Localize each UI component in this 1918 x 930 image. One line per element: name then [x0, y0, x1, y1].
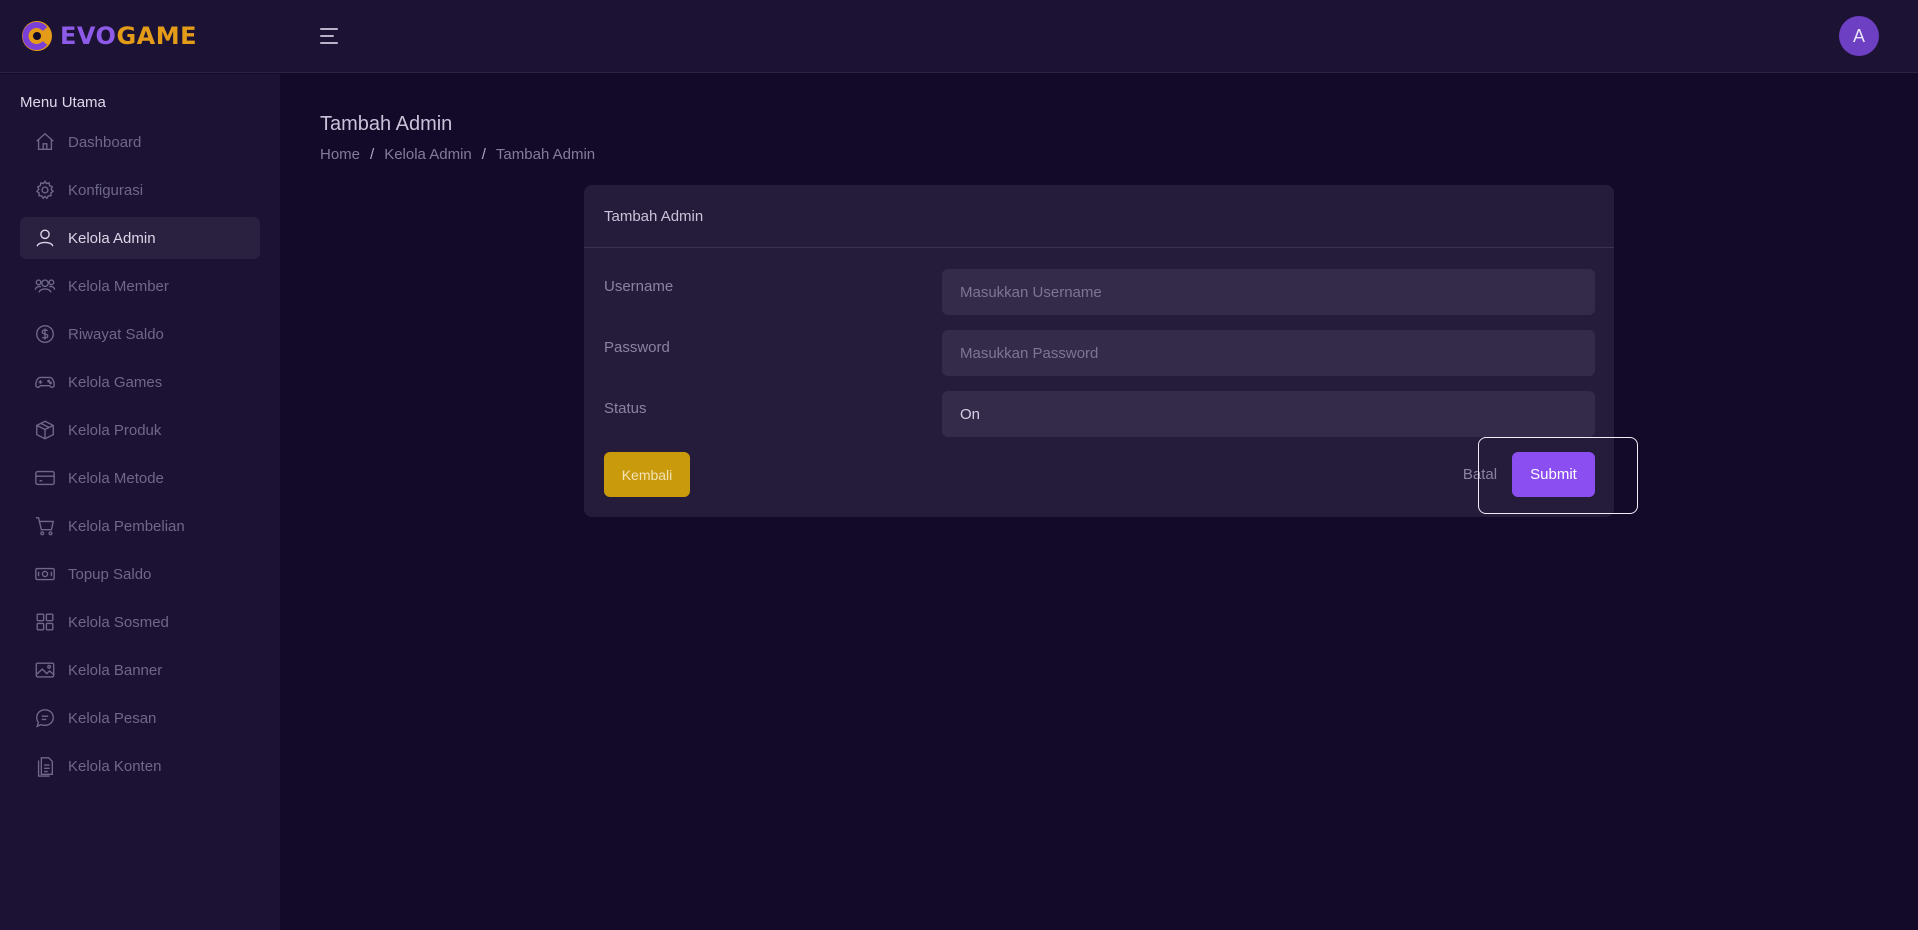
- home-icon: [34, 131, 56, 153]
- cash-icon: [34, 563, 56, 585]
- brand-name: EVOGAME: [60, 22, 197, 50]
- sidebar-item-kelola-pesan[interactable]: Kelola Pesan: [20, 697, 260, 739]
- sidebar-item-label: Dashboard: [68, 133, 142, 151]
- breadcrumb-home[interactable]: Home: [320, 146, 360, 163]
- sidebar-item-kelola-konten[interactable]: Kelola Konten: [20, 745, 260, 787]
- chat-icon: [34, 707, 56, 729]
- box-icon: [34, 419, 56, 441]
- username-input[interactable]: [942, 269, 1595, 315]
- sidebar-item-label: Kelola Konten: [68, 757, 162, 775]
- sidebar-item-kelola-produk[interactable]: Kelola Produk: [20, 409, 260, 451]
- sidebar-heading: Menu Utama: [20, 94, 106, 111]
- breadcrumb-separator: /: [481, 146, 486, 163]
- sidebar: Menu Utama Dashboard Konfigurasi Kelola …: [0, 74, 280, 930]
- avatar-initial: A: [1852, 25, 1865, 46]
- sidebar-item-label: Kelola Member: [68, 277, 169, 295]
- cart-icon: [34, 515, 56, 537]
- breadcrumb-kelola-admin[interactable]: Kelola Admin: [384, 146, 472, 163]
- sidebar-item-label: Kelola Pesan: [68, 709, 157, 727]
- top-navbar: EVOGAME A: [0, 0, 1918, 73]
- password-label: Password: [604, 339, 670, 356]
- sidebar-item-topup-saldo[interactable]: Topup Saldo: [20, 553, 260, 595]
- avatar[interactable]: A: [1839, 16, 1879, 56]
- sidebar-item-kelola-banner[interactable]: Kelola Banner: [20, 649, 260, 691]
- users-icon: [34, 275, 56, 297]
- sidebar-item-label: Kelola Pembelian: [68, 517, 185, 535]
- breadcrumb-current: Tambah Admin: [495, 146, 596, 163]
- sidebar-item-label: Konfigurasi: [68, 181, 144, 199]
- sidebar-item-label: Riwayat Saldo: [68, 325, 164, 343]
- username-label: Username: [604, 278, 674, 295]
- gamepad-icon: [34, 371, 56, 393]
- status-select-value: On: [960, 405, 981, 423]
- sidebar-item-riwayat-saldo[interactable]: Riwayat Saldo: [20, 313, 260, 355]
- sidebar-item-konfigurasi[interactable]: Konfigurasi: [20, 169, 260, 211]
- password-input[interactable]: [942, 330, 1595, 376]
- breadcrumb-separator: /: [370, 146, 375, 163]
- brand-name-part1: EVO: [60, 22, 117, 50]
- brand-name-part2: GAME: [116, 22, 198, 50]
- status-label: Status: [604, 400, 647, 417]
- document-icon: [34, 755, 56, 777]
- brand-logo[interactable]: EVOGAME: [20, 18, 197, 54]
- cancel-button[interactable]: Batal: [1457, 452, 1503, 497]
- dollar-circle-icon: [34, 323, 56, 345]
- sidebar-item-label: Kelola Banner: [68, 661, 163, 679]
- sidebar-item-dashboard[interactable]: Dashboard: [20, 121, 260, 163]
- sidebar-item-label: Kelola Admin: [68, 229, 156, 247]
- sidebar-item-label: Kelola Sosmed: [68, 613, 169, 631]
- game-logo-icon: [22, 21, 52, 51]
- sidebar-menu: Dashboard Konfigurasi Kelola Admin Kelol…: [20, 121, 260, 793]
- page-title: Tambah Admin: [320, 113, 453, 135]
- credit-card-icon: [34, 467, 56, 489]
- card-title: Tambah Admin: [584, 185, 1614, 248]
- grid-icon: [34, 611, 56, 633]
- gear-icon: [34, 179, 56, 201]
- sidebar-item-kelola-metode[interactable]: Kelola Metode: [20, 457, 260, 499]
- breadcrumb: Home / Kelola Admin / Tambah Admin: [320, 146, 595, 163]
- add-admin-card: Tambah Admin Username Password Status On…: [584, 185, 1614, 517]
- sidebar-item-label: Kelola Metode: [68, 469, 164, 487]
- sidebar-item-kelola-admin[interactable]: Kelola Admin: [20, 217, 260, 259]
- sidebar-item-label: Kelola Games: [68, 373, 163, 391]
- sidebar-item-label: Kelola Produk: [68, 421, 162, 439]
- hamburger-icon[interactable]: [320, 26, 342, 46]
- submit-button[interactable]: Submit: [1512, 452, 1595, 497]
- image-icon: [34, 659, 56, 681]
- sidebar-item-kelola-games[interactable]: Kelola Games: [20, 361, 260, 403]
- status-select[interactable]: On: [942, 391, 1595, 437]
- sidebar-item-kelola-sosmed[interactable]: Kelola Sosmed: [20, 601, 260, 643]
- back-button[interactable]: Kembali: [604, 452, 690, 497]
- sidebar-item-kelola-pembelian[interactable]: Kelola Pembelian: [20, 505, 260, 547]
- user-icon: [34, 227, 56, 249]
- sidebar-item-label: Topup Saldo: [68, 565, 152, 583]
- sidebar-item-kelola-member[interactable]: Kelola Member: [20, 265, 260, 307]
